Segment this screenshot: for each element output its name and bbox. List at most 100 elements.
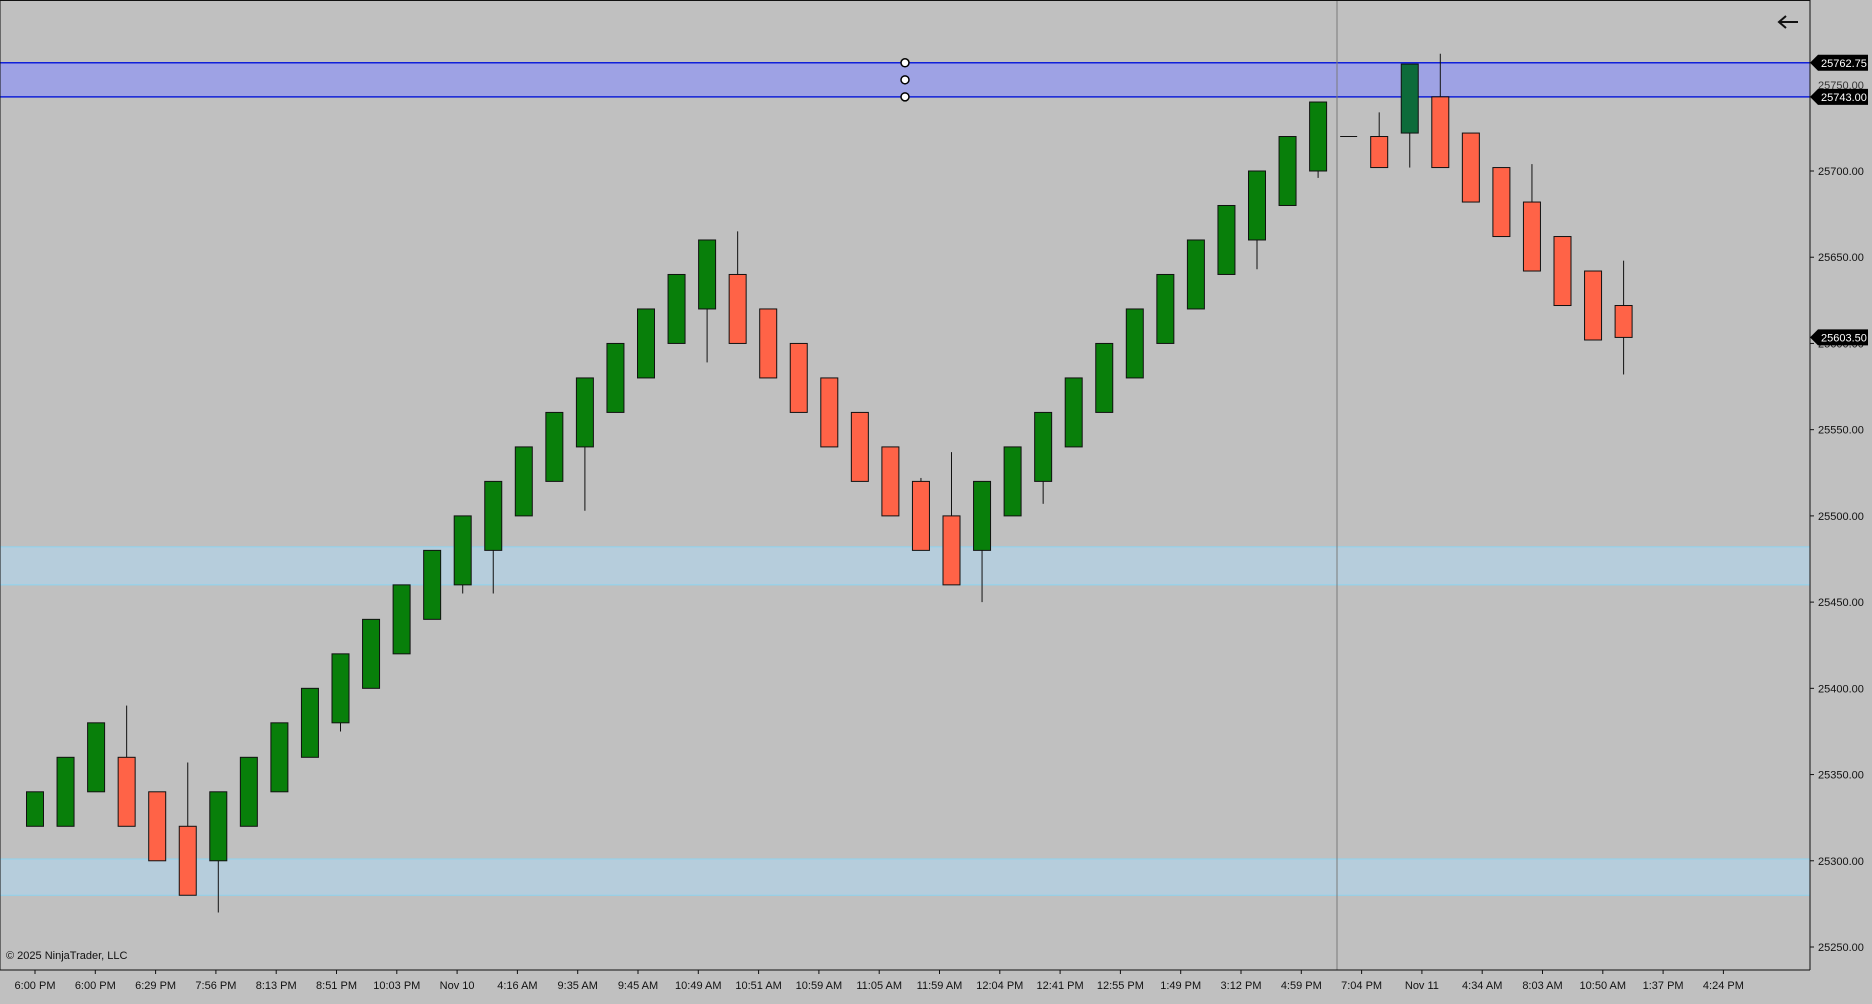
candle-body-up — [1248, 170, 1266, 241]
candle-body-down — [148, 791, 167, 862]
x-tick-label: 11:05 AM — [856, 980, 902, 992]
candle-body-up — [423, 549, 442, 620]
x-tick-label: 6:00 PM — [15, 980, 56, 992]
candle-body-down — [117, 756, 136, 827]
candle — [728, 231, 747, 344]
candle-body-down — [1522, 201, 1541, 272]
candle-body-up — [453, 515, 472, 586]
support-zone-upper[interactable] — [0, 546, 1810, 585]
candle-body-down — [1492, 167, 1511, 238]
candle-body-up — [1309, 101, 1328, 172]
x-tick-label: 4:34 AM — [1462, 980, 1502, 992]
x-tick-label: 7:56 PM — [195, 980, 236, 992]
candle-body-down — [820, 377, 839, 448]
candles-layer — [26, 53, 1633, 913]
x-tick-label: 1:49 PM — [1160, 980, 1201, 992]
candle-body-down — [759, 308, 778, 379]
candle — [453, 515, 472, 594]
candle-body-up — [239, 756, 258, 827]
candle — [1156, 273, 1175, 344]
candle — [575, 377, 594, 511]
candle — [117, 705, 136, 827]
candle-body-up — [484, 480, 503, 551]
candle-body-up — [1278, 136, 1297, 206]
chart-canvas[interactable]: 25700.0025650.0025600.0025550.0025500.00… — [0, 0, 1872, 999]
candle — [698, 239, 717, 363]
x-tick-label: 6:00 PM — [75, 980, 116, 992]
x-tick-label: Nov 10 — [440, 980, 475, 992]
y-tick-label: 25550.00 — [1818, 425, 1864, 437]
candle — [423, 549, 442, 620]
candle-body-up — [1095, 342, 1114, 413]
candle-body-up — [514, 446, 533, 517]
candle — [820, 377, 839, 448]
x-tick-label: 10:51 AM — [735, 980, 781, 992]
candle-body-up — [331, 653, 350, 724]
candle-body-up — [87, 722, 106, 793]
candle — [667, 273, 686, 344]
candle — [270, 722, 289, 793]
support-zone-lower[interactable] — [0, 859, 1810, 896]
candle — [1034, 411, 1053, 504]
candle — [1095, 342, 1114, 413]
y-tick-label: 25250.00 — [1818, 942, 1864, 954]
candle-body-up — [606, 342, 625, 413]
back-button[interactable] — [1774, 8, 1802, 36]
candle-body-down — [881, 446, 900, 517]
candle — [1003, 446, 1022, 517]
candle — [87, 722, 106, 793]
x-tick-label: 12:55 PM — [1097, 980, 1144, 992]
axes-layer: 25700.0025650.0025600.0025550.0025500.00… — [0, 0, 1864, 992]
zone-resize-handle[interactable] — [900, 58, 910, 68]
candle — [1553, 236, 1572, 307]
price-tag-label: 25743.00 — [1821, 92, 1867, 104]
price-chart[interactable]: 25700.0025650.0025600.0025550.0025500.00… — [0, 0, 1872, 999]
candle — [1584, 270, 1603, 341]
candle — [1461, 132, 1480, 203]
candle-body-up — [1064, 377, 1083, 448]
price-tag-label: 25603.50 — [1821, 332, 1867, 344]
candle — [1370, 112, 1389, 169]
x-tick-label: 12:04 PM — [976, 980, 1023, 992]
x-tick-label: 10:50 AM — [1580, 980, 1626, 992]
candle-body-down — [850, 411, 869, 482]
candle — [942, 452, 961, 586]
candle — [362, 618, 381, 689]
candle-body-up — [1003, 446, 1022, 517]
candle — [911, 477, 930, 551]
zone-resize-handle[interactable] — [900, 92, 910, 102]
candle-body-down — [1431, 96, 1450, 169]
candle-body-up — [270, 722, 289, 793]
y-tick-label: 25650.00 — [1818, 252, 1864, 264]
zone-resize-handle[interactable] — [900, 75, 910, 85]
candle — [637, 308, 655, 379]
candle — [1186, 239, 1205, 310]
candle — [1522, 164, 1541, 272]
x-tick-label: 11:59 AM — [917, 980, 963, 992]
arrow-left-icon — [1777, 15, 1798, 29]
candle — [850, 411, 869, 482]
price-tag-label: 25762.75 — [1821, 58, 1867, 70]
x-tick-label: 4:16 AM — [497, 980, 537, 992]
copyright-text: © 2025 NinjaTrader, LLC — [6, 950, 128, 962]
candle-body-down — [1370, 136, 1389, 169]
candle-body-up — [575, 377, 594, 448]
candle — [1492, 167, 1511, 238]
candle-body-up — [637, 308, 655, 379]
candle — [1125, 308, 1144, 379]
y-tick-label: 25350.00 — [1818, 770, 1864, 782]
candle — [1217, 204, 1236, 275]
candle-body-up — [300, 687, 319, 758]
candle-body-up — [1034, 411, 1053, 482]
x-tick-label: 10:03 PM — [373, 980, 420, 992]
candle — [789, 342, 808, 413]
candle — [26, 791, 44, 827]
candle-body-up — [1217, 204, 1236, 275]
candle — [1400, 63, 1419, 168]
candle-body-down — [178, 825, 197, 896]
candle-body-up — [56, 756, 75, 827]
candle-body-down — [789, 342, 808, 413]
candle — [1278, 136, 1297, 206]
candle-body-up — [1125, 308, 1144, 379]
candle-body-down — [1461, 132, 1480, 203]
